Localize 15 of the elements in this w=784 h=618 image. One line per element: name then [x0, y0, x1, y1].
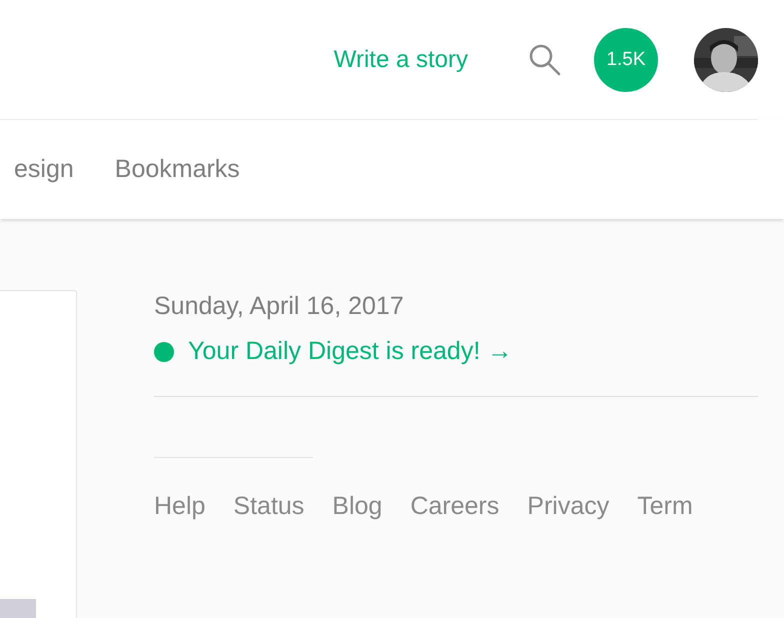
notification-count-badge[interactable]: 1.5K: [594, 28, 658, 92]
footer-link[interactable]: Careers: [410, 492, 500, 521]
search-icon[interactable]: [528, 43, 562, 77]
image-placeholder: [0, 599, 36, 618]
footer-link[interactable]: Help: [154, 492, 206, 521]
write-story-link[interactable]: Write a story: [334, 46, 468, 74]
nav-tab[interactable]: Bookmarks: [114, 155, 240, 184]
daily-digest-link[interactable]: Your Daily Digest is ready! →: [188, 337, 512, 366]
date-text: Sunday, April 16, 2017: [154, 292, 405, 321]
footer-link[interactable]: Status: [233, 492, 304, 521]
footer-link[interactable]: Privacy: [527, 492, 610, 521]
footer-link[interactable]: Blog: [332, 492, 382, 521]
status-dot: [154, 342, 174, 362]
footer-link[interactable]: Term: [637, 492, 693, 521]
nav-tab[interactable]: esign: [14, 155, 74, 184]
